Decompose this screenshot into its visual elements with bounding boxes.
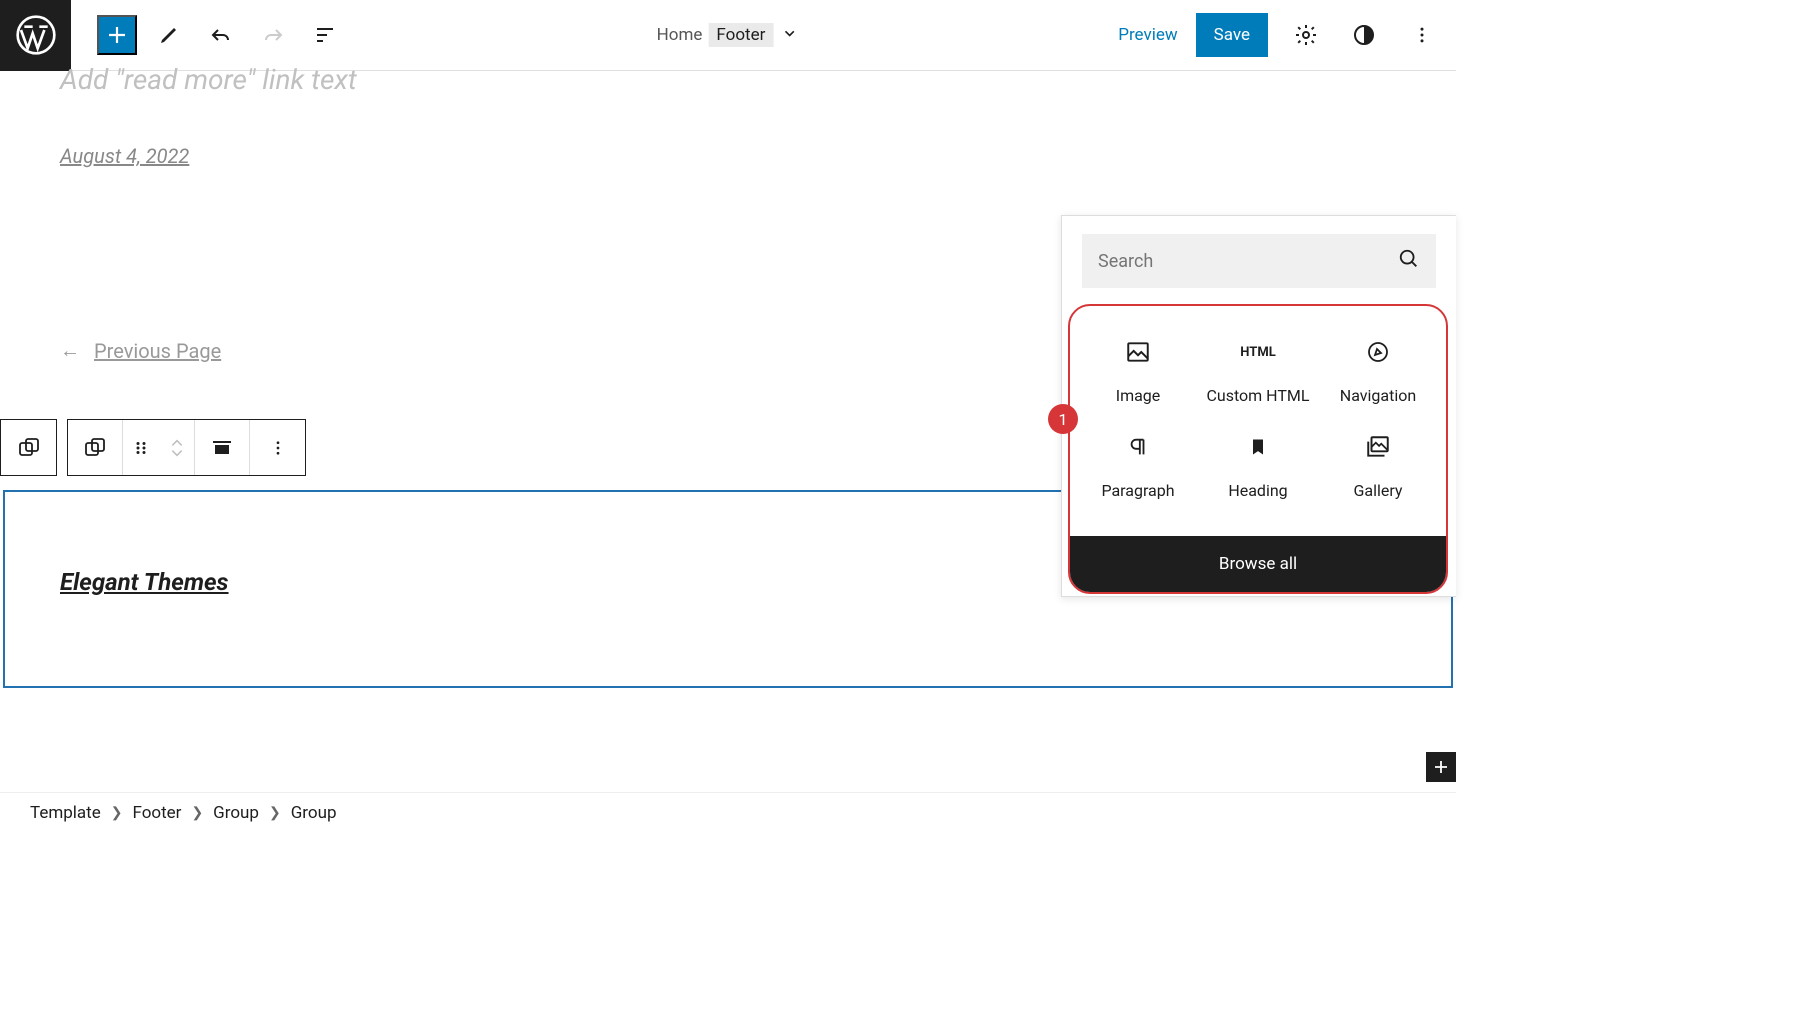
block-gallery[interactable]: Gallery	[1318, 419, 1438, 514]
search-input[interactable]	[1098, 251, 1398, 272]
readmore-placeholder[interactable]: Add "read more" link text	[60, 63, 1436, 96]
list-view-icon[interactable]	[305, 15, 345, 55]
preview-link[interactable]: Preview	[1118, 25, 1177, 45]
block-grid: Image HTML Custom HTML Navigation Paragr…	[1070, 306, 1446, 536]
breadcrumb-item[interactable]: Footer	[132, 803, 181, 823]
more-options-icon[interactable]	[1402, 15, 1442, 55]
add-block-button[interactable]	[1426, 752, 1456, 782]
paragraph-icon	[1127, 433, 1149, 461]
select-parent-icon[interactable]	[1, 420, 56, 475]
block-navigation[interactable]: Navigation	[1318, 324, 1438, 419]
block-inserter-popover: 1 Image HTML Custom HTML Navigation Para…	[1061, 215, 1456, 597]
inserter-search-row	[1082, 234, 1436, 288]
block-label: Gallery	[1354, 481, 1403, 500]
html-icon: HTML	[1240, 338, 1275, 366]
compass-icon	[1366, 338, 1390, 366]
breadcrumb-item[interactable]: Template	[30, 803, 101, 823]
block-paragraph[interactable]: Paragraph	[1078, 419, 1198, 514]
breadcrumb-item[interactable]: Group	[213, 803, 259, 823]
chevron-right-icon: ❯	[191, 805, 203, 821]
move-up-down-icon[interactable]	[159, 420, 195, 475]
settings-gear-icon[interactable]	[1286, 15, 1326, 55]
block-heading[interactable]: Heading	[1198, 419, 1318, 514]
chevron-right-icon: ❯	[269, 805, 281, 821]
breadcrumb-item[interactable]: Group	[291, 803, 337, 823]
browse-all-button[interactable]: Browse all	[1070, 536, 1446, 592]
wordpress-logo[interactable]	[0, 0, 71, 71]
save-button[interactable]: Save	[1196, 13, 1268, 57]
search-icon[interactable]	[1398, 248, 1420, 274]
block-custom-html[interactable]: HTML Custom HTML	[1198, 324, 1318, 419]
gallery-icon	[1365, 433, 1391, 461]
undo-icon[interactable]	[201, 15, 241, 55]
group-block-icon[interactable]	[68, 420, 123, 475]
block-label: Paragraph	[1101, 481, 1174, 500]
previous-page-link[interactable]: ← Previous Page	[60, 338, 221, 363]
toolbar-left-group	[97, 15, 345, 55]
redo-icon[interactable]	[253, 15, 293, 55]
nav-home-text: Home	[657, 25, 703, 45]
block-label: Heading	[1228, 481, 1287, 500]
block-inserter-button[interactable]	[97, 15, 137, 55]
block-image[interactable]: Image	[1078, 324, 1198, 419]
align-icon[interactable]	[195, 420, 250, 475]
top-bar: Home Footer Preview Save	[0, 0, 1456, 71]
annotation-highlight: Image HTML Custom HTML Navigation Paragr…	[1068, 304, 1448, 594]
image-icon	[1125, 338, 1151, 366]
breadcrumb: Template ❯ Footer ❯ Group ❯ Group	[0, 792, 1456, 832]
chevron-right-icon: ❯	[111, 805, 123, 821]
block-label: Image	[1116, 386, 1161, 405]
arrow-left-icon: ←	[60, 338, 80, 363]
chevron-down-icon[interactable]	[779, 23, 799, 48]
edit-tool-icon[interactable]	[149, 15, 189, 55]
template-navigation[interactable]: Home Footer	[657, 23, 800, 48]
nav-footer-tag: Footer	[708, 23, 773, 47]
toolbar-right-group: Preview Save	[1118, 13, 1442, 57]
previous-page-label: Previous Page	[94, 339, 221, 363]
post-date[interactable]: August 4, 2022	[60, 144, 1436, 168]
block-label: Custom HTML	[1206, 386, 1309, 405]
annotation-badge: 1	[1048, 404, 1078, 434]
drag-handle-icon[interactable]	[123, 420, 159, 475]
styles-circle-icon[interactable]	[1344, 15, 1384, 55]
bookmark-icon	[1248, 433, 1268, 461]
block-label: Navigation	[1340, 386, 1416, 405]
block-more-icon[interactable]	[250, 420, 305, 475]
